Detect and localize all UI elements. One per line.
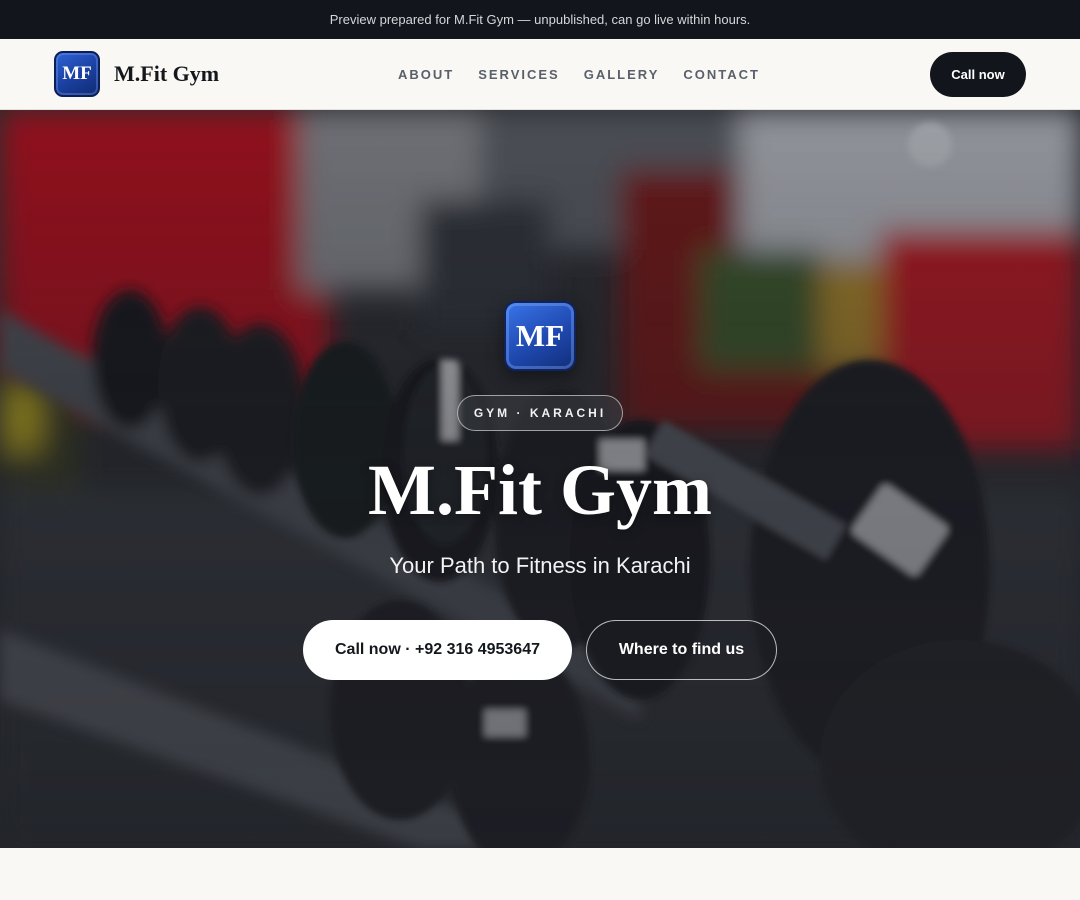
brand-logo-icon: MF: [54, 51, 100, 97]
nav-link-gallery[interactable]: GALLERY: [584, 67, 660, 82]
brand-name: M.Fit Gym: [114, 61, 220, 86]
where-to-find-us-button[interactable]: Where to find us: [586, 620, 777, 680]
site-header: MF M.Fit Gym ABOUT SERVICES GALLERY CONT…: [0, 39, 1080, 110]
main-nav: ABOUT SERVICES GALLERY CONTACT: [386, 39, 772, 109]
call-now-button[interactable]: Call now · +92 316 4953647: [303, 620, 572, 680]
preview-banner-text: Preview prepared for M.Fit Gym — unpubli…: [329, 12, 751, 27]
preview-banner: Preview prepared for M.Fit Gym — unpubli…: [0, 0, 1080, 39]
header-call-button[interactable]: Call now: [930, 52, 1026, 97]
hero-title: M.Fit Gym: [368, 450, 712, 530]
nav-link-contact[interactable]: CONTACT: [683, 67, 760, 82]
hero-logo-icon: MF: [504, 301, 576, 371]
hero-subtitle: Your Path to Fitness in Karachi: [389, 553, 691, 578]
hero-section: MF GYM · KARACHI M.Fit Gym Your Path to …: [0, 110, 1080, 848]
hero-tag-badge: GYM · KARACHI: [457, 395, 623, 431]
brand[interactable]: MF M.Fit Gym: [54, 51, 219, 97]
nav-link-about[interactable]: ABOUT: [398, 67, 454, 82]
nav-link-services[interactable]: SERVICES: [478, 67, 560, 82]
next-section: [0, 848, 1080, 900]
